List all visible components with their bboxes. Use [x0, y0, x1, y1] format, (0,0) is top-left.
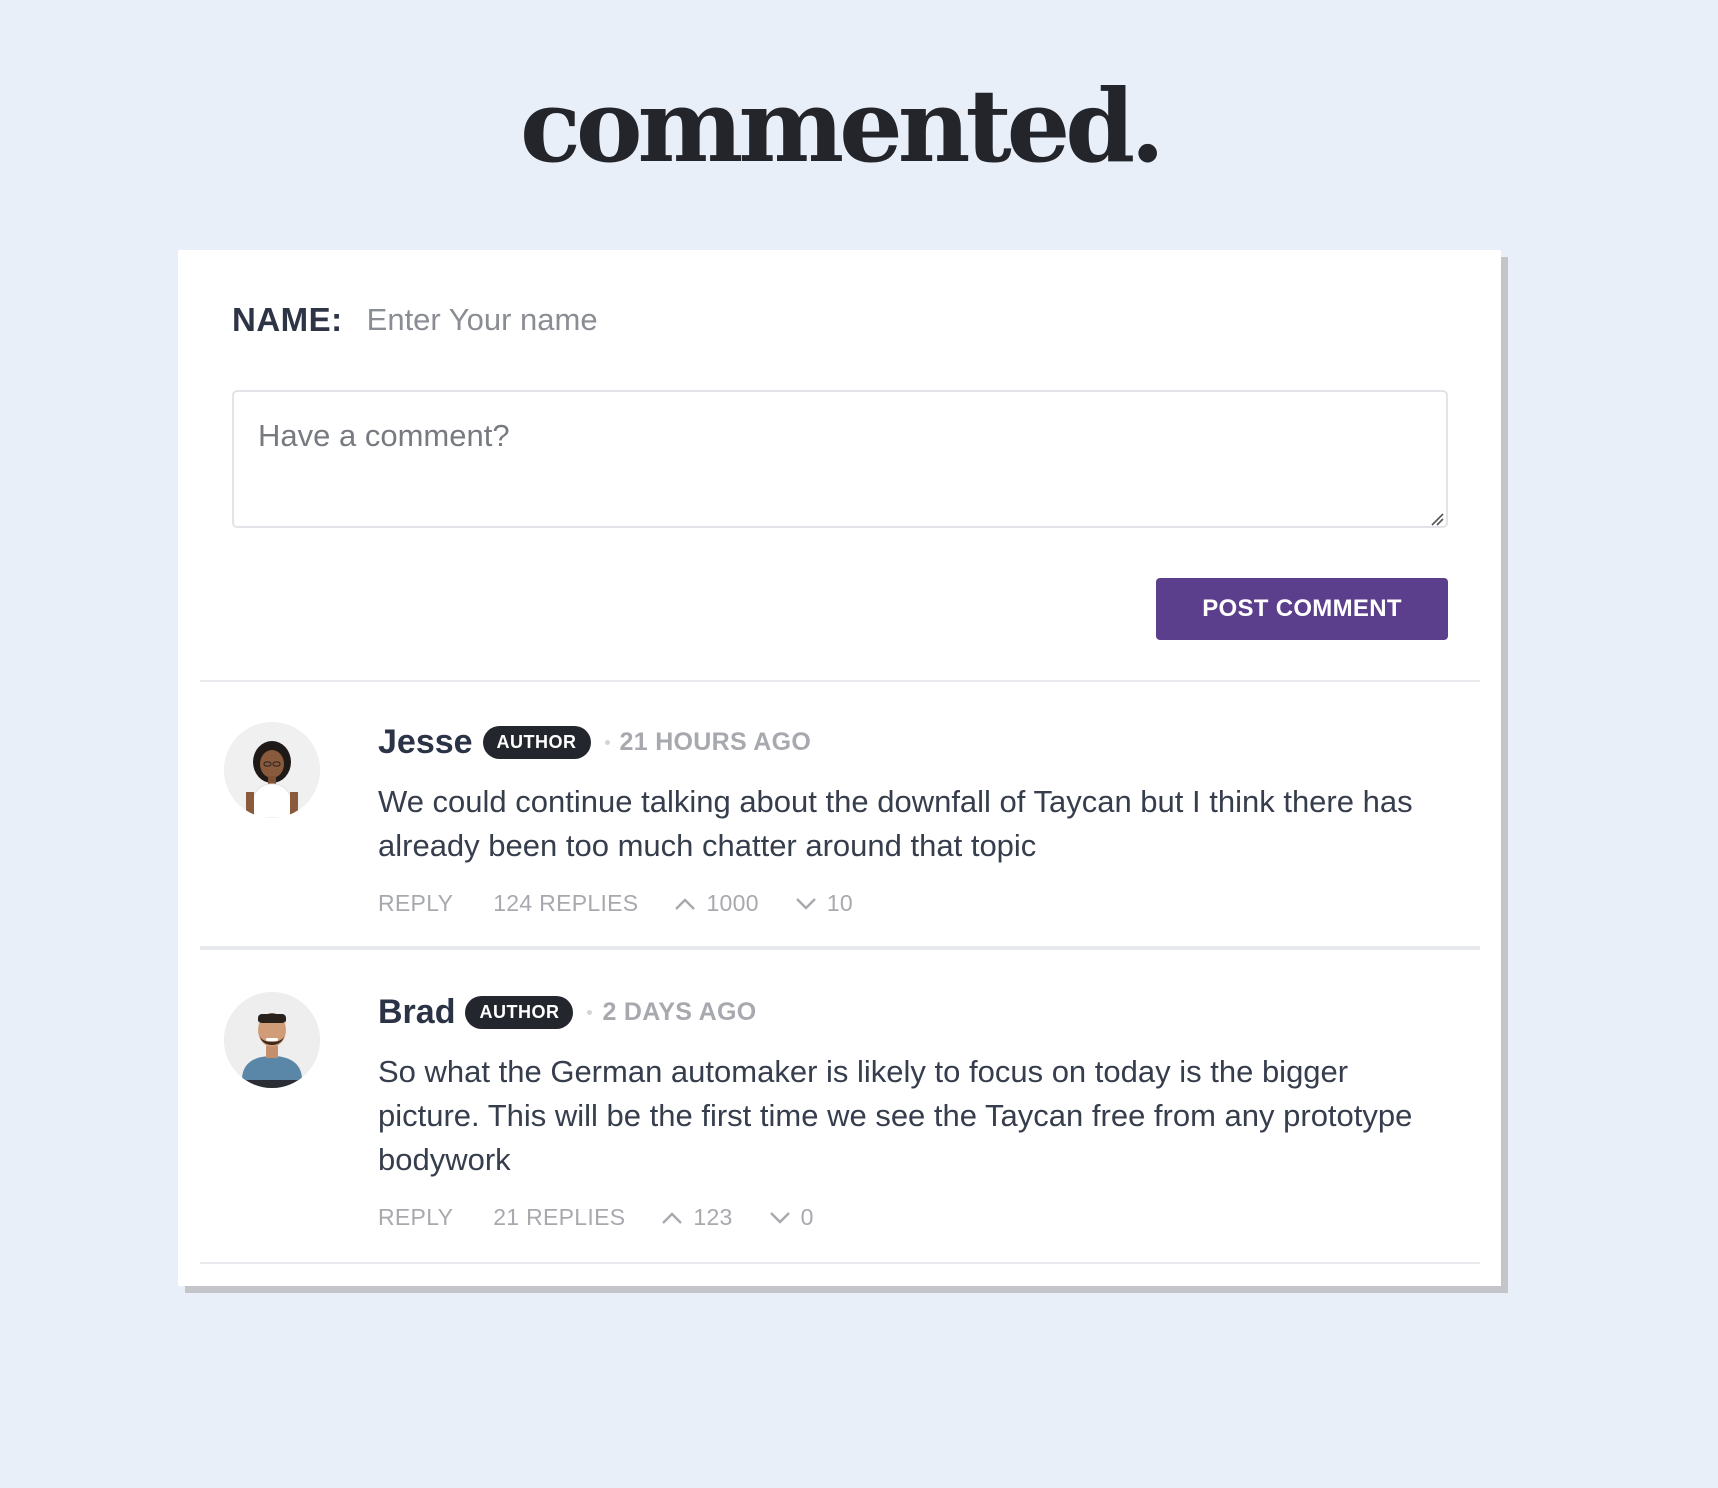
replies-link[interactable]: 124 REPLIES	[493, 890, 638, 917]
downvote-count: 10	[826, 890, 854, 916]
comment-actions: REPLY 124 REPLIES 1000 10	[378, 890, 1458, 917]
replies-link[interactable]: 21 REPLIES	[493, 1204, 625, 1231]
upvote-count: 123	[693, 1204, 733, 1230]
comment-actions: REPLY 21 REPLIES 123 0	[378, 1204, 1458, 1231]
downvote-button[interactable]: 10	[795, 890, 853, 917]
post-comment-button[interactable]: POST COMMENT	[1156, 578, 1448, 640]
separator-dot	[587, 1009, 593, 1015]
resize-handle-icon[interactable]	[1430, 512, 1444, 526]
avatar-woman-icon	[224, 722, 320, 818]
separator-dot	[604, 739, 610, 745]
comment-meta: Brad AUTHOR 2 DAYS AGO	[378, 992, 1458, 1032]
chevron-down-icon	[769, 1211, 790, 1224]
reply-button[interactable]: REPLY	[378, 1204, 453, 1231]
comment-body: Brad AUTHOR 2 DAYS AGO So what the Germa…	[378, 992, 1458, 1231]
upvote-button[interactable]: 123	[661, 1204, 732, 1231]
page-title: commented.	[519, 67, 1165, 185]
comment-body: Jesse AUTHOR 21 HOURS AGO We could conti…	[378, 722, 1458, 917]
comment-textarea[interactable]	[232, 390, 1448, 528]
avatar[interactable]	[224, 722, 320, 818]
chevron-up-icon	[675, 897, 696, 910]
divider	[200, 946, 1480, 950]
author-name[interactable]: Brad	[378, 993, 455, 1032]
name-input[interactable]	[366, 302, 967, 338]
author-badge: AUTHOR	[482, 725, 591, 759]
upvote-button[interactable]: 1000	[674, 890, 759, 917]
avatar-man-icon	[224, 992, 320, 1088]
avatar[interactable]	[224, 992, 320, 1088]
timestamp: 2 DAYS AGO	[602, 997, 757, 1026]
name-row: NAME:	[232, 298, 967, 342]
chevron-up-icon	[662, 1211, 683, 1224]
divider	[200, 1262, 1480, 1264]
downvote-count: 0	[800, 1204, 814, 1230]
name-label: NAME:	[232, 301, 343, 338]
downvote-button[interactable]: 0	[769, 1204, 814, 1231]
comment-text: So what the German automaker is likely t…	[378, 1054, 1413, 1177]
timestamp: 21 HOURS AGO	[619, 727, 812, 756]
comment-text: We could continue talking about the down…	[378, 784, 1413, 863]
divider	[200, 680, 1480, 682]
comment-meta: Jesse AUTHOR 21 HOURS AGO	[378, 722, 1458, 762]
upvote-count: 1000	[706, 890, 759, 916]
author-badge: AUTHOR	[465, 995, 574, 1029]
chevron-down-icon	[795, 897, 816, 910]
author-name[interactable]: Jesse	[378, 723, 473, 762]
comment-card: NAME: POST COMMENT Jesse	[178, 250, 1501, 1286]
reply-button[interactable]: REPLY	[378, 890, 453, 917]
